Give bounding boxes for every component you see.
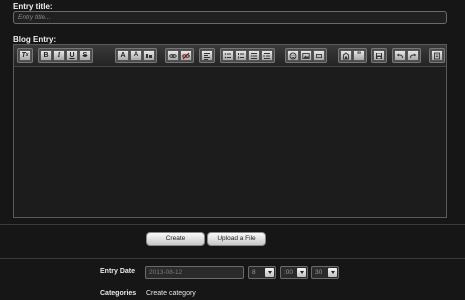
rich-text-editor: Tx B I U S A A ” (13, 44, 447, 218)
outdent-icon[interactable] (248, 50, 260, 61)
font-size-icon[interactable]: A (117, 50, 129, 61)
bullet-list-icon[interactable] (222, 50, 234, 61)
divider (0, 258, 465, 259)
entry-date-label: Entry Date (100, 268, 136, 275)
create-button[interactable]: Create (146, 232, 205, 246)
align-left-icon[interactable] (201, 50, 213, 61)
toolbar-group-quote: ” (338, 48, 367, 63)
categories-label: Categories (100, 290, 137, 297)
number-list-icon[interactable] (235, 50, 247, 61)
toolbar-group-lists (220, 48, 275, 63)
toolbar-group-link (165, 48, 194, 63)
second-value: 30 (315, 269, 323, 276)
toolbar-group-help (429, 48, 445, 63)
redo-icon[interactable] (407, 50, 419, 61)
hour-select[interactable]: 8 (248, 266, 276, 279)
hour-value: 8 (252, 269, 256, 276)
minute-select[interactable]: :00 (280, 266, 308, 279)
chevron-down-icon (265, 268, 274, 277)
media-icon[interactable] (313, 50, 325, 61)
italic-icon[interactable]: I (53, 50, 65, 61)
toolbar-group-save (371, 48, 387, 63)
font-color-icon[interactable]: A (130, 50, 142, 61)
toolbar-group-insert (285, 48, 327, 63)
chevron-down-icon (297, 268, 306, 277)
undo-icon[interactable] (394, 50, 406, 61)
blog-entry-label: Blog Entry: (13, 35, 57, 44)
help-icon[interactable] (431, 50, 443, 61)
entry-title-input[interactable] (13, 11, 447, 24)
create-category-link[interactable]: Create category (146, 290, 196, 297)
editor-toolbar: Tx B I U S A A ” (14, 45, 446, 67)
toolbar-group-clear: Tx (17, 48, 33, 63)
toolbar-group-text-style: B I U S (38, 48, 93, 63)
toolbar-group-history (392, 48, 421, 63)
quote-icon[interactable]: ” (353, 50, 365, 61)
entry-date-input[interactable]: 2013-08-12 (145, 266, 244, 279)
chevron-down-icon (328, 268, 337, 277)
divider (0, 224, 465, 225)
editor-content-area[interactable] (14, 67, 446, 217)
toolbar-group-font: A A (115, 48, 157, 63)
bold-icon[interactable]: B (40, 50, 52, 61)
code-icon[interactable] (340, 50, 352, 61)
font-family-icon[interactable] (143, 50, 155, 61)
minute-value: :00 (284, 269, 294, 276)
link-icon[interactable] (167, 50, 179, 61)
strikethrough-icon[interactable]: S (79, 50, 91, 61)
second-select[interactable]: 30 (311, 266, 339, 279)
blog-entry-form: Entry title: Blog Entry: Tx B I U S A A (0, 0, 465, 300)
image-icon[interactable] (300, 50, 312, 61)
clear-format-icon[interactable]: Tx (19, 50, 31, 61)
unlink-icon[interactable] (180, 50, 192, 61)
indent-icon[interactable] (261, 50, 273, 61)
emoticon-icon[interactable] (287, 50, 299, 61)
underline-icon[interactable]: U (66, 50, 78, 61)
save-icon[interactable] (373, 50, 385, 61)
entry-title-label: Entry title: (13, 2, 53, 11)
toolbar-group-align (199, 48, 215, 63)
upload-file-button[interactable]: Upload a File (207, 232, 266, 246)
